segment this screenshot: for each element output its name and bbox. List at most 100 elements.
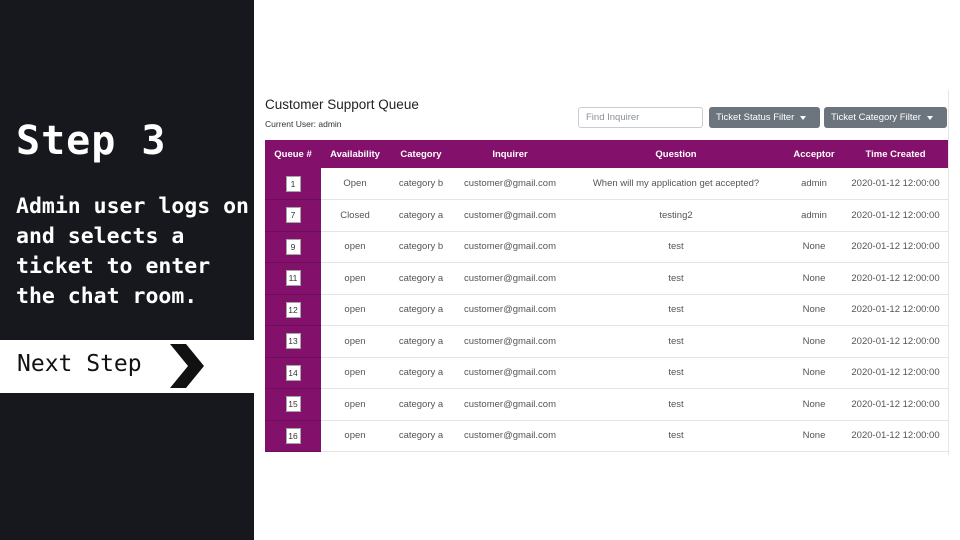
category-cell: category b xyxy=(389,231,453,263)
page-title: Customer Support Queue xyxy=(265,97,419,112)
column-header-category[interactable]: Category xyxy=(389,140,453,168)
caret-down-icon xyxy=(926,115,933,120)
acceptor-cell: None xyxy=(785,262,843,295)
inquirer-cell: customer@gmail.com xyxy=(453,325,567,358)
availability-cell: open xyxy=(321,325,389,358)
step-description: Admin user logs on and selects a ticket … xyxy=(16,194,249,309)
question-cell: When will my application get accepted? xyxy=(567,168,785,200)
queue-table-container: Queue # Availability Category Inquirer Q… xyxy=(265,140,948,452)
time-created-cell: 2020-01-12 12:00:00 xyxy=(843,294,948,326)
availability-cell: open xyxy=(321,231,389,263)
time-created-cell: 2020-01-12 12:00:00 xyxy=(843,357,948,389)
table-row[interactable]: 11 open category a customer@gmail.com test No… xyxy=(265,262,948,295)
ticket-select-button[interactable]: 16 xyxy=(285,427,301,444)
category-cell: category a xyxy=(389,325,453,358)
question-cell: test xyxy=(567,231,785,263)
question-cell: test xyxy=(567,262,785,295)
table-row[interactable]: 9 open category b customer@gmail.com test Non… xyxy=(265,231,948,263)
acceptor-cell: None xyxy=(785,420,843,452)
column-header-time-created[interactable]: Time Created xyxy=(843,140,948,168)
inquirer-cell: customer@gmail.com xyxy=(453,388,567,421)
tutorial-panel: Step 3 Admin user logs on and selects a … xyxy=(0,0,254,540)
column-header-inquirer[interactable]: Inquirer xyxy=(453,140,567,168)
ticket-status-filter-button[interactable]: Ticket Status Filter xyxy=(709,107,820,128)
category-cell: category a xyxy=(389,420,453,452)
question-cell: test xyxy=(567,294,785,326)
question-cell: test xyxy=(567,325,785,358)
availability-cell: open xyxy=(321,357,389,389)
next-step-button[interactable]: Next Step xyxy=(0,340,254,393)
table-row[interactable]: 7 Closed category a customer@gmail.com testi… xyxy=(265,199,948,232)
support-queue-app: Customer Support Queue Current User: adm… xyxy=(254,90,960,460)
acceptor-cell: None xyxy=(785,325,843,358)
inquirer-cell: customer@gmail.com xyxy=(453,199,567,232)
inquirer-cell: customer@gmail.com xyxy=(453,262,567,295)
column-header-availability[interactable]: Availability xyxy=(321,140,389,168)
time-created-cell: 2020-01-12 12:00:00 xyxy=(843,420,948,452)
ticket-select-button[interactable]: 15 xyxy=(285,396,301,413)
table-header-row: Queue # Availability Category Inquirer Q… xyxy=(265,140,948,168)
ticket-select-button[interactable]: 13 xyxy=(285,333,301,350)
category-cell: category a xyxy=(389,388,453,421)
availability-cell: Closed xyxy=(321,199,389,232)
availability-cell: open xyxy=(321,420,389,452)
acceptor-cell: None xyxy=(785,231,843,263)
inquirer-cell: customer@gmail.com xyxy=(453,420,567,452)
step-title: Step 3 xyxy=(16,118,167,164)
queue-number-cell: 12 xyxy=(265,294,321,326)
category-cell: category b xyxy=(389,168,453,200)
table-row[interactable]: 14 open category a customer@gmail.com test No… xyxy=(265,357,948,389)
table-row[interactable]: 12 open category a customer@gmail.com test No… xyxy=(265,294,948,326)
table-row[interactable]: 1 Open category b customer@gmail.com When wi… xyxy=(265,168,948,200)
time-created-cell: 2020-01-12 12:00:00 xyxy=(843,388,948,421)
ticket-select-button[interactable]: 12 xyxy=(285,301,301,318)
queue-number-cell: 13 xyxy=(265,325,321,358)
table-row[interactable]: 16 open category a customer@gmail.com test No… xyxy=(265,420,948,452)
caret-down-icon xyxy=(800,115,807,120)
question-cell: testing2 xyxy=(567,199,785,232)
ticket-category-filter-button[interactable]: Ticket Category Filter xyxy=(824,107,947,128)
chevron-right-icon xyxy=(170,344,204,388)
queue-number-cell: 15 xyxy=(265,388,321,421)
acceptor-cell: admin xyxy=(785,199,843,232)
ticket-select-button[interactable]: 11 xyxy=(285,270,301,287)
find-inquirer-input[interactable] xyxy=(578,107,703,128)
acceptor-cell: admin xyxy=(785,168,843,200)
queue-number-cell: 11 xyxy=(265,262,321,295)
time-created-cell: 2020-01-12 12:00:00 xyxy=(843,262,948,295)
column-header-acceptor[interactable]: Acceptor xyxy=(785,140,843,168)
availability-cell: Open xyxy=(321,168,389,200)
ticket-select-button[interactable]: 14 xyxy=(285,364,301,381)
page-divider xyxy=(948,90,949,455)
table-row[interactable]: 13 open category a customer@gmail.com test No… xyxy=(265,325,948,358)
queue-number-cell: 14 xyxy=(265,357,321,389)
column-header-question[interactable]: Question xyxy=(567,140,785,168)
ticket-category-filter-label: Ticket Category Filter xyxy=(831,112,921,123)
ticket-select-button[interactable]: 1 xyxy=(285,175,301,192)
ticket-select-button[interactable]: 7 xyxy=(285,207,301,224)
current-user-label: Current User: admin xyxy=(265,119,342,129)
category-cell: category a xyxy=(389,357,453,389)
queue-table: Queue # Availability Category Inquirer Q… xyxy=(265,140,948,452)
queue-number-cell: 7 xyxy=(265,199,321,232)
time-created-cell: 2020-01-12 12:00:00 xyxy=(843,325,948,358)
inquirer-cell: customer@gmail.com xyxy=(453,357,567,389)
column-header-queue[interactable]: Queue # xyxy=(265,140,321,168)
acceptor-cell: None xyxy=(785,388,843,421)
category-cell: category a xyxy=(389,199,453,232)
queue-number-cell: 1 xyxy=(265,168,321,200)
inquirer-cell: customer@gmail.com xyxy=(453,294,567,326)
category-cell: category a xyxy=(389,262,453,295)
acceptor-cell: None xyxy=(785,294,843,326)
ticket-select-button[interactable]: 9 xyxy=(285,238,301,255)
question-cell: test xyxy=(567,420,785,452)
availability-cell: open xyxy=(321,262,389,295)
category-cell: category a xyxy=(389,294,453,326)
question-cell: test xyxy=(567,388,785,421)
ticket-status-filter-label: Ticket Status Filter xyxy=(716,112,795,123)
acceptor-cell: None xyxy=(785,357,843,389)
time-created-cell: 2020-01-12 12:00:00 xyxy=(843,199,948,232)
time-created-cell: 2020-01-12 12:00:00 xyxy=(843,168,948,200)
question-cell: test xyxy=(567,357,785,389)
table-row[interactable]: 15 open category a customer@gmail.com test No… xyxy=(265,388,948,421)
